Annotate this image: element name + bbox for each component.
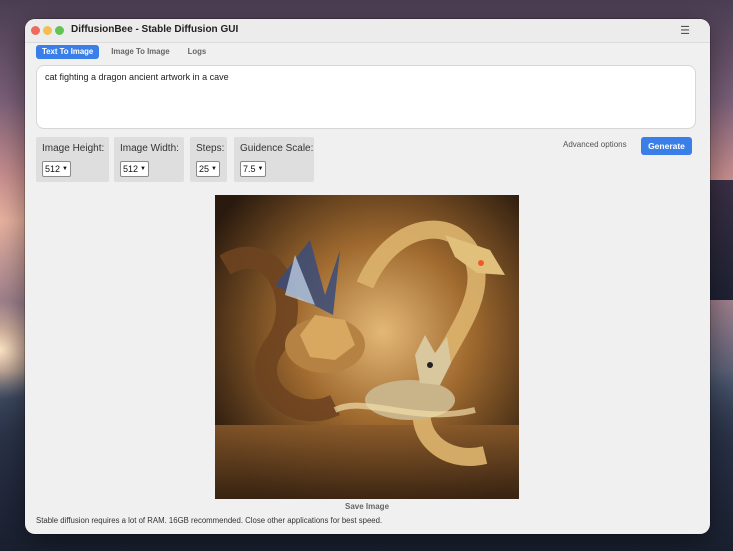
steps-label: Steps: [196,143,225,154]
title-bar: DiffusionBee - Stable Diffusion GUI ☰ [25,19,710,43]
app-window: DiffusionBee - Stable Diffusion GUI ☰ Te… [25,19,710,534]
generate-button[interactable]: Generate [641,137,692,155]
guidance-scale-label: Guidence Scale: [240,143,314,154]
steps-value: 25 [199,164,210,174]
tab-image-to-image[interactable]: Image To Image [105,45,175,59]
close-window-icon[interactable] [31,26,40,35]
save-image-button[interactable]: Save Image [215,502,519,511]
window-title: DiffusionBee - Stable Diffusion GUI [71,24,239,35]
image-width-value: 512 [123,164,139,174]
image-width-option: Image Width: 512 ▼ [114,137,184,182]
generated-image [215,195,519,499]
hamburger-menu-icon[interactable]: ☰ [680,24,690,37]
prompt-input[interactable]: cat fighting a dragon ancient artwork in… [36,65,696,129]
maximize-window-icon[interactable] [55,26,64,35]
chevron-down-icon: ▼ [140,166,146,172]
image-height-select[interactable]: 512 ▼ [42,161,71,177]
guidance-scale-option: Guidence Scale: 7.5 ▼ [234,137,314,182]
image-width-select[interactable]: 512 ▼ [120,161,149,177]
image-height-option: Image Height: 512 ▼ [36,137,109,182]
chevron-down-icon: ▼ [257,166,264,172]
guidance-scale-value: 7.5 [243,164,256,174]
ram-notice: Stable diffusion requires a lot of RAM. … [36,516,383,525]
tab-logs[interactable]: Logs [182,45,213,59]
mode-tabs: Text To Image Image To Image Logs [36,45,212,59]
image-height-label: Image Height: [42,143,105,154]
generated-image-artwork [215,195,519,499]
guidance-scale-select[interactable]: 7.5 ▼ [240,161,267,177]
steps-option: Steps: 25 ▼ [190,137,227,182]
chevron-down-icon: ▼ [211,166,217,172]
advanced-options-link[interactable]: Advanced options [563,140,627,149]
image-height-value: 512 [45,164,61,174]
steps-select[interactable]: 25 ▼ [196,161,220,177]
image-width-label: Image Width: [120,143,179,154]
tab-text-to-image[interactable]: Text To Image [36,45,100,59]
minimize-window-icon[interactable] [43,26,52,35]
chevron-down-icon: ▼ [62,166,68,172]
